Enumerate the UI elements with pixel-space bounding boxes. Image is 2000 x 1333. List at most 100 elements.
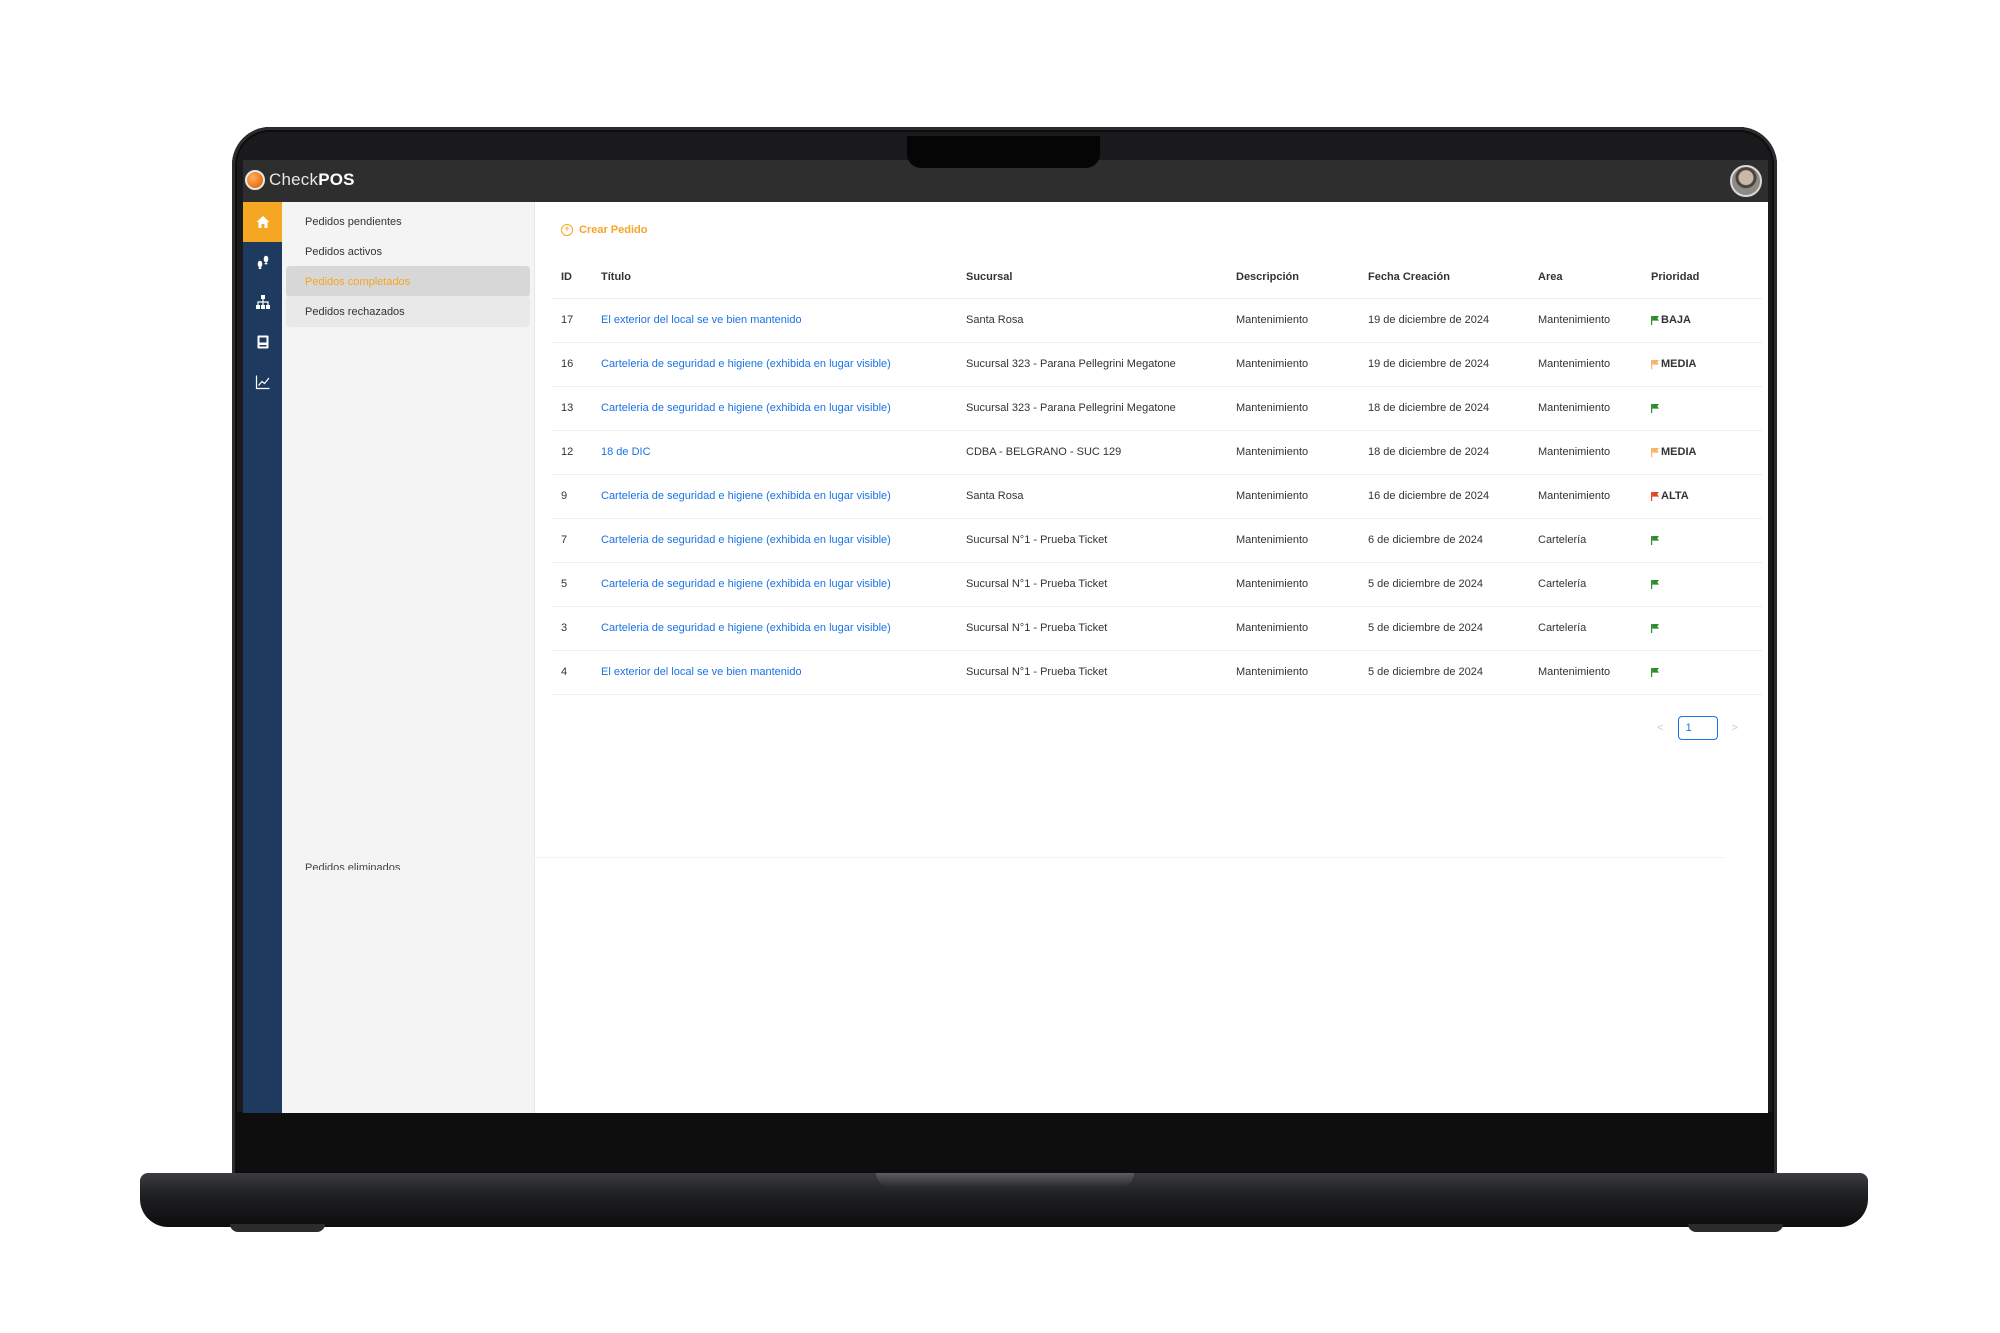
laptop-foot-right xyxy=(1688,1224,1783,1232)
cell-priority: MEDIA xyxy=(1642,430,1762,475)
cell-branch: Santa Rosa xyxy=(957,474,1227,519)
cell-priority xyxy=(1642,518,1762,563)
page-number-input[interactable]: 1 xyxy=(1677,716,1718,740)
rail-item-structure[interactable] xyxy=(243,282,282,322)
cell-priority: BAJA xyxy=(1642,298,1762,343)
laptop-chin xyxy=(237,1112,1772,1174)
cell-title[interactable]: Carteleria de seguridad e higiene (exhib… xyxy=(592,386,957,431)
cell-title[interactable]: Carteleria de seguridad e higiene (exhib… xyxy=(592,562,957,607)
cell-description: Mantenimiento xyxy=(1227,386,1359,431)
cell-description: Mantenimiento xyxy=(1227,474,1359,519)
app-logo[interactable]: CheckPOS xyxy=(245,170,355,190)
priority-badge xyxy=(1651,579,1753,589)
table-row[interactable]: 3 Carteleria de seguridad e higiene (exhi… xyxy=(552,606,1762,651)
cell-area: Mantenimiento xyxy=(1529,650,1642,695)
cell-created-date: 5 de diciembre de 2024 xyxy=(1359,562,1529,607)
content-divider xyxy=(535,857,1725,858)
cell-id: 16 xyxy=(552,342,592,387)
cell-id: 4 xyxy=(552,650,592,695)
cell-title[interactable]: Carteleria de seguridad e higiene (exhib… xyxy=(592,606,957,651)
rail-item-reports[interactable] xyxy=(243,362,282,402)
cell-branch: Sucursal 323 - Parana Pellegrini Megaton… xyxy=(957,386,1227,431)
subnav-item-pending[interactable]: Pedidos pendientes xyxy=(286,206,530,237)
cell-title[interactable]: Carteleria de seguridad e higiene (exhib… xyxy=(592,342,957,387)
flag-icon xyxy=(1651,447,1659,457)
col-branch[interactable]: Sucursal xyxy=(957,256,1227,299)
flag-icon xyxy=(1651,491,1659,501)
book-icon xyxy=(257,335,268,349)
plus-circle-icon: + xyxy=(561,224,573,236)
rail-item-activity[interactable] xyxy=(243,242,282,282)
create-order-button[interactable]: + Crear Pedido xyxy=(561,224,647,236)
priority-badge: MEDIA xyxy=(1651,358,1753,370)
cell-title[interactable]: El exterior del local se ve bien manteni… xyxy=(592,650,957,695)
priority-label: ALTA xyxy=(1661,490,1689,502)
cell-id: 5 xyxy=(552,562,592,607)
icon-rail xyxy=(243,202,282,1113)
flag-icon xyxy=(1651,403,1659,413)
brand-bold: POS xyxy=(318,170,355,189)
cell-branch: Santa Rosa xyxy=(957,298,1227,343)
table-row[interactable]: 17 El exterior del local se ve bien mante… xyxy=(552,298,1762,343)
subnav-item-rejected[interactable]: Pedidos rechazados xyxy=(286,296,530,327)
table-row[interactable]: 9 Carteleria de seguridad e higiene (exhi… xyxy=(552,474,1762,519)
col-description[interactable]: Descripción xyxy=(1227,256,1359,299)
user-avatar[interactable] xyxy=(1730,165,1762,197)
cell-id: 7 xyxy=(552,518,592,563)
create-order-label: Crear Pedido xyxy=(579,224,648,236)
col-created-date[interactable]: Fecha Creación xyxy=(1359,256,1529,299)
footprints-icon xyxy=(257,255,268,269)
flag-icon xyxy=(1651,667,1659,677)
cell-description: Mantenimiento xyxy=(1227,430,1359,475)
col-area[interactable]: Area xyxy=(1529,256,1642,299)
cell-title[interactable]: 18 de DIC xyxy=(592,430,957,475)
priority-badge xyxy=(1651,535,1753,545)
flag-icon xyxy=(1651,623,1659,633)
cell-priority xyxy=(1642,386,1762,431)
cell-area: Mantenimiento xyxy=(1529,298,1642,343)
rail-item-catalog[interactable] xyxy=(243,322,282,362)
cell-id: 3 xyxy=(552,606,592,651)
cell-title[interactable]: Carteleria de seguridad e higiene (exhib… xyxy=(592,474,957,519)
rail-item-home[interactable] xyxy=(243,202,282,242)
cell-area: Cartelería xyxy=(1529,518,1642,563)
cell-area: Mantenimiento xyxy=(1529,474,1642,519)
cell-area: Mantenimiento xyxy=(1529,342,1642,387)
priority-badge xyxy=(1651,623,1753,633)
col-priority[interactable]: Prioridad xyxy=(1642,256,1762,299)
cell-id: 17 xyxy=(552,298,592,343)
table-row[interactable]: 16 Carteleria de seguridad e higiene (exh… xyxy=(552,342,1762,387)
table-row[interactable]: 4 El exterior del local se ve bien manten… xyxy=(552,650,1762,695)
table-row[interactable]: 5 Carteleria de seguridad e higiene (exhi… xyxy=(552,562,1762,607)
cell-branch: CDBA - BELGRANO - SUC 129 xyxy=(957,430,1227,475)
cell-created-date: 19 de diciembre de 2024 xyxy=(1359,298,1529,343)
orders-table: ID Título Sucursal Descripción Fecha Cre… xyxy=(552,256,1762,695)
cell-description: Mantenimiento xyxy=(1227,650,1359,695)
subnav-item-active[interactable]: Pedidos activos xyxy=(286,236,530,267)
cell-title[interactable]: Carteleria de seguridad e higiene (exhib… xyxy=(592,518,957,563)
cell-title[interactable]: El exterior del local se ve bien manteni… xyxy=(592,298,957,343)
home-icon xyxy=(256,216,269,228)
col-id[interactable]: ID xyxy=(552,256,592,299)
subnav-item-completed[interactable]: Pedidos completados xyxy=(286,266,530,297)
main-content: + Crear Pedido ID Título Sucursal Descri… xyxy=(535,202,1768,1113)
cell-description: Mantenimiento xyxy=(1227,562,1359,607)
laptop-foot-left xyxy=(230,1224,325,1232)
table-row[interactable]: 7 Carteleria de seguridad e higiene (exhi… xyxy=(552,518,1762,563)
table-row[interactable]: 12 18 de DIC CDBA - BELGRANO - SUC 129 Mant… xyxy=(552,430,1762,475)
prev-page-button[interactable]: < xyxy=(1657,722,1663,734)
cell-branch: Sucursal N°1 - Prueba Ticket xyxy=(957,650,1227,695)
cell-branch: Sucursal N°1 - Prueba Ticket xyxy=(957,562,1227,607)
cell-area: Mantenimiento xyxy=(1529,386,1642,431)
app-brand: CheckPOS xyxy=(269,170,355,190)
subnav-item-deleted[interactable]: Pedidos eliminados xyxy=(305,862,400,870)
flag-icon xyxy=(1651,315,1659,325)
col-title[interactable]: Título xyxy=(592,256,957,299)
cell-branch: Sucursal N°1 - Prueba Ticket xyxy=(957,606,1227,651)
priority-label: MEDIA xyxy=(1661,446,1697,458)
cell-description: Mantenimiento xyxy=(1227,342,1359,387)
table-row[interactable]: 13 Carteleria de seguridad e higiene (exh… xyxy=(552,386,1762,431)
brand-light: Check xyxy=(269,170,319,189)
cell-priority xyxy=(1642,606,1762,651)
next-page-button[interactable]: > xyxy=(1732,722,1738,734)
